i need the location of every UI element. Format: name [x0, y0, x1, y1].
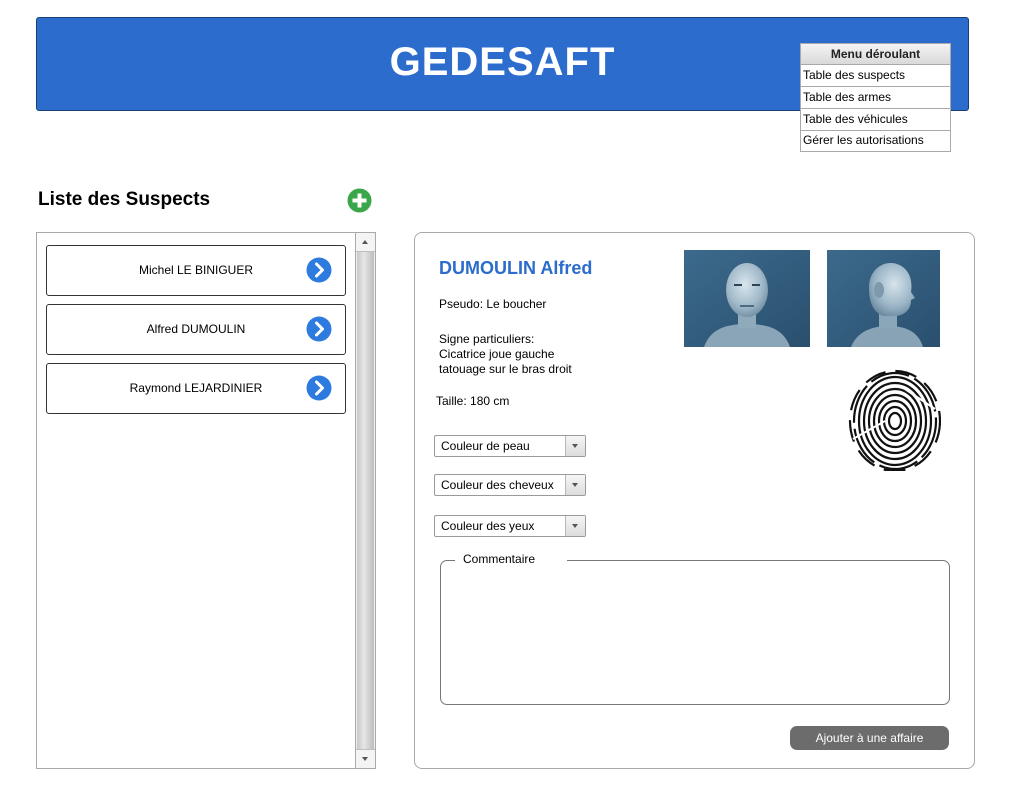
- menu-title[interactable]: Menu déroulant: [801, 44, 950, 65]
- scroll-up-arrow-icon[interactable]: [356, 233, 375, 252]
- chevron-down-icon[interactable]: [565, 516, 585, 536]
- scroll-down-arrow-icon[interactable]: [356, 749, 375, 768]
- select-value: Couleur des yeux: [441, 519, 535, 533]
- suspect-list: Michel LE BINIGUER Alfred DUMOULIN Raymo…: [36, 232, 376, 769]
- suspect-pseudo: Pseudo: Le boucher: [439, 297, 547, 311]
- list-item[interactable]: Michel LE BINIGUER: [46, 245, 346, 296]
- skin-color-select[interactable]: Couleur de peau: [434, 435, 586, 457]
- menu-item-vehicles[interactable]: Table des véhicules: [801, 109, 950, 131]
- suspect-name: Raymond LEJARDINIER: [129, 381, 263, 395]
- suspect-fullname: DUMOULIN Alfred: [439, 258, 593, 278]
- eye-color-select[interactable]: Couleur des yeux: [434, 515, 586, 537]
- comment-field[interactable]: Commentaire: [440, 552, 950, 705]
- mugshot-front-image: [684, 250, 810, 347]
- distinctive-sign: Cicatrice joue gauche: [439, 347, 555, 361]
- suspect-height: Taille: 180 cm: [436, 394, 510, 408]
- add-suspect-icon[interactable]: [347, 188, 372, 213]
- chevron-down-icon[interactable]: [565, 436, 585, 456]
- menu-item-weapons[interactable]: Table des armes: [801, 87, 950, 109]
- scroll-thumb[interactable]: [357, 252, 374, 749]
- mugshot-profile-image: [827, 250, 940, 347]
- suspect-name: Alfred DUMOULIN: [146, 322, 246, 336]
- add-to-case-button[interactable]: Ajouter à une affaire: [790, 726, 949, 750]
- chevron-down-icon[interactable]: [565, 475, 585, 495]
- suspect-name: Michel LE BINIGUER: [138, 263, 254, 277]
- chevron-right-icon[interactable]: [306, 375, 332, 401]
- distinctive-signs-label: Signe particuliers:: [439, 332, 535, 346]
- fingerprint-icon: [845, 369, 941, 471]
- chevron-right-icon[interactable]: [306, 257, 332, 283]
- menu-item-permissions[interactable]: Gérer les autorisations: [801, 131, 950, 151]
- scrollbar[interactable]: [355, 233, 375, 768]
- comment-label: Commentaire: [455, 552, 568, 566]
- dropdown-menu: Menu déroulant Table des suspects Table …: [800, 43, 951, 152]
- select-value: Couleur de peau: [441, 439, 530, 453]
- list-item[interactable]: Alfred DUMOULIN: [46, 304, 346, 355]
- distinctive-sign: tatouage sur le bras droit: [439, 362, 572, 376]
- select-value: Couleur des cheveux: [441, 478, 554, 492]
- chevron-right-icon[interactable]: [306, 316, 332, 342]
- suspect-detail-panel: DUMOULIN Alfred Pseudo: Le boucher Signe…: [414, 232, 975, 769]
- list-item[interactable]: Raymond LEJARDINIER: [46, 363, 346, 414]
- menu-item-suspects[interactable]: Table des suspects: [801, 65, 950, 87]
- hair-color-select[interactable]: Couleur des cheveux: [434, 474, 586, 496]
- list-title: Liste des Suspects: [38, 189, 211, 210]
